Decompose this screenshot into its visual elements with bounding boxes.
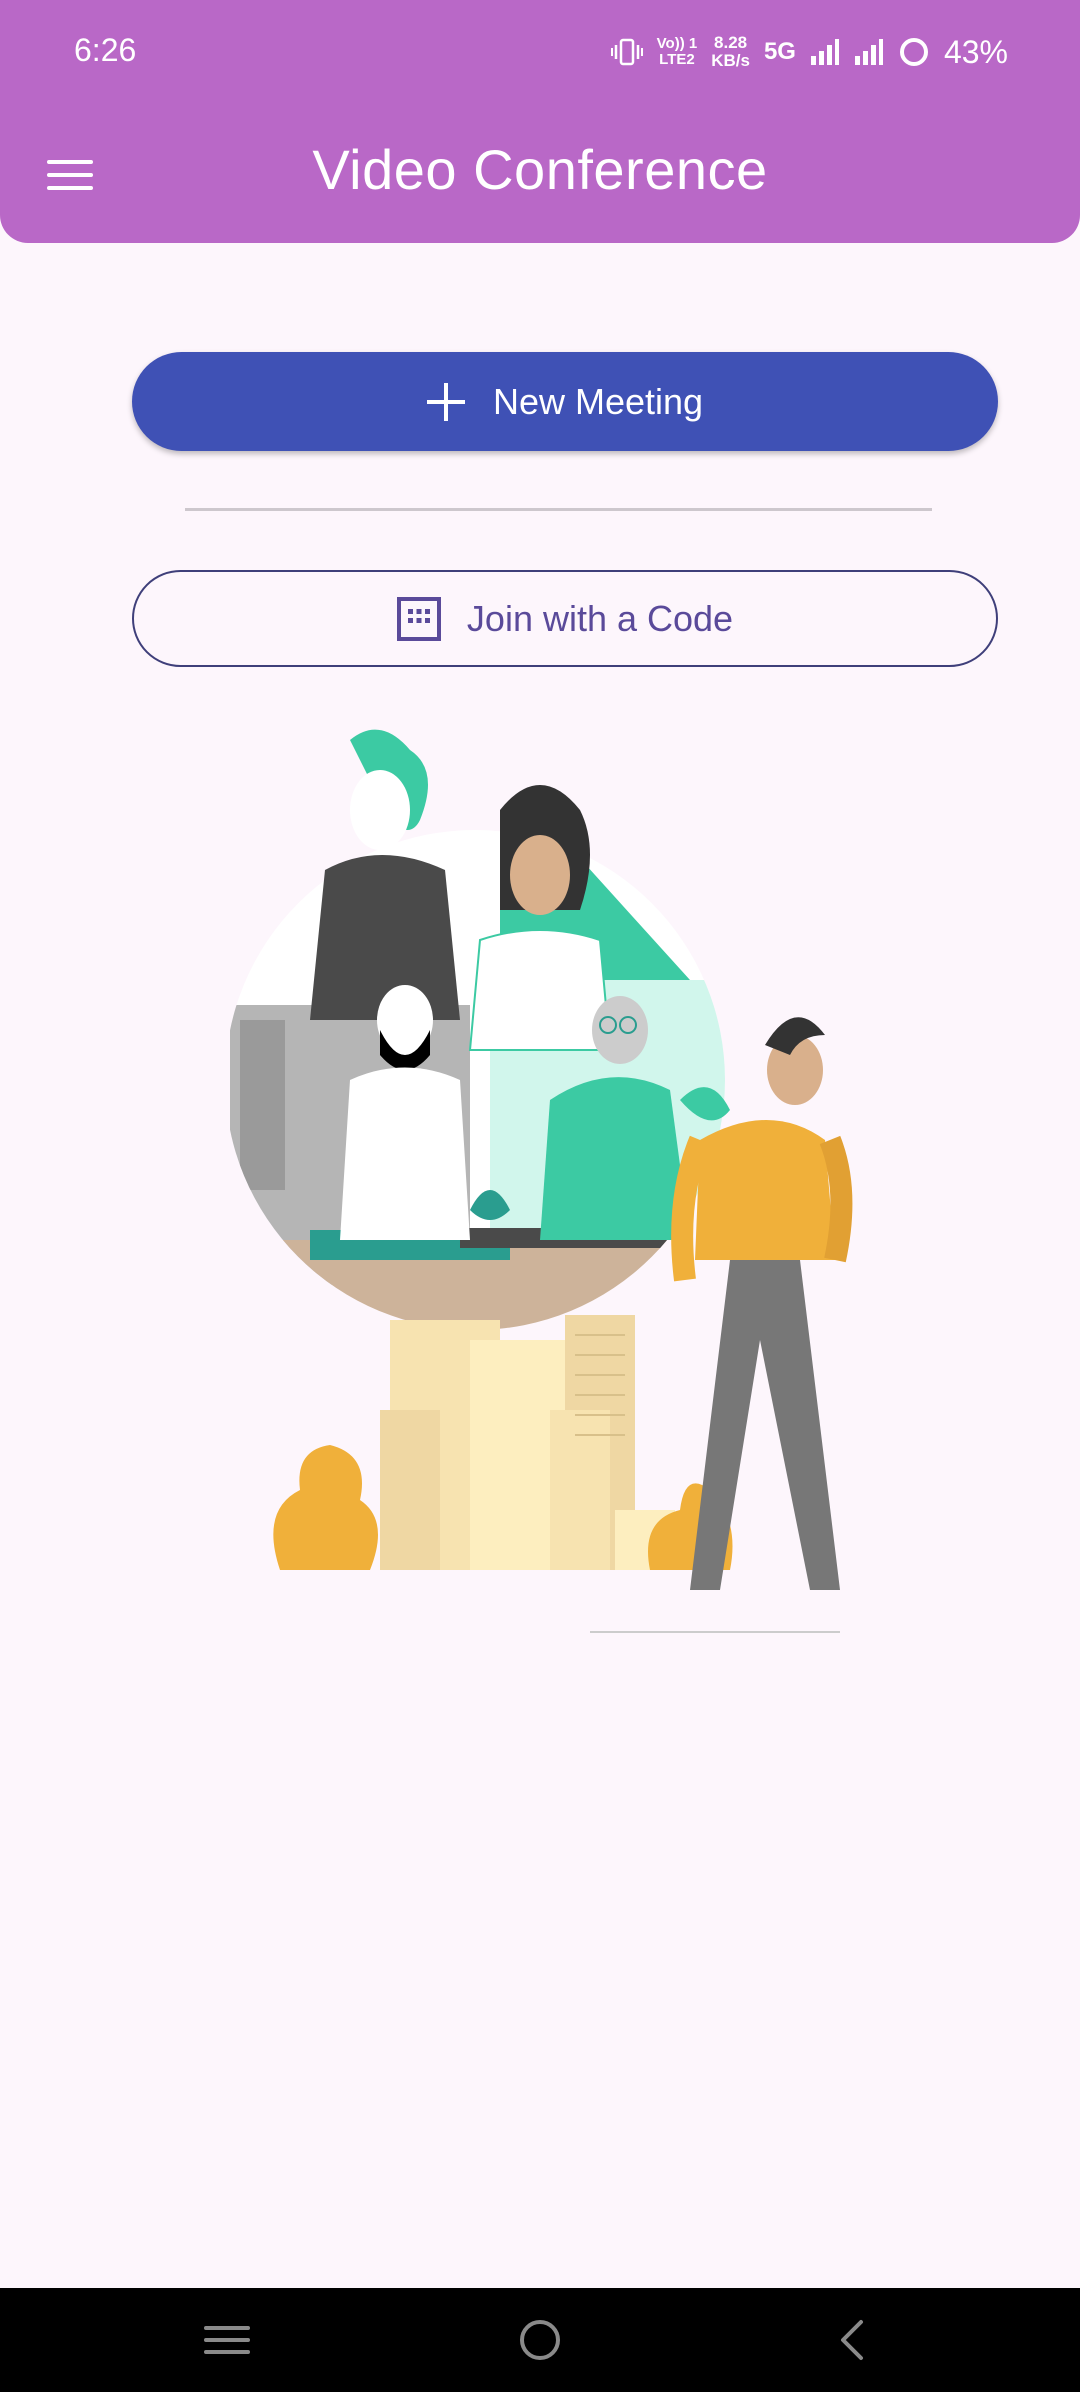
network-speed: 8.28 KB/s: [711, 33, 750, 70]
app-bar: 6:26 Vo)) 1 LTE2 8.28 KB/s 5G 43% Video …: [0, 0, 1080, 243]
signal-icon: [810, 39, 839, 65]
keypad-icon: [396, 596, 441, 641]
network-type: 5G: [763, 38, 796, 65]
new-meeting-button[interactable]: New Meeting: [132, 352, 998, 451]
home-icon: [520, 2320, 560, 2360]
system-nav-bar: [0, 2288, 1080, 2392]
recents-icon: [204, 2326, 250, 2354]
recents-button[interactable]: [197, 2310, 257, 2370]
divider: [185, 508, 932, 511]
battery-saver-icon: [899, 38, 928, 66]
new-meeting-label: New Meeting: [492, 380, 704, 422]
signal-icon-2: [854, 39, 883, 65]
back-icon: [841, 2320, 863, 2360]
video-conference-illustration: [230, 729, 853, 1633]
volte-indicator: Vo)) 1 LTE2: [656, 35, 698, 68]
status-icons: Vo)) 1 LTE2 8.28 KB/s 5G 43%: [610, 30, 1008, 74]
status-time: 6:26: [74, 32, 137, 68]
plus-icon: [426, 382, 465, 421]
page-title: Video Conference: [312, 138, 768, 201]
home-button[interactable]: [510, 2310, 570, 2370]
battery-percent: 43%: [943, 33, 1008, 70]
vibrate-icon: [610, 38, 643, 66]
join-with-code-label: Join with a Code: [466, 597, 734, 639]
join-with-code-button[interactable]: Join with a Code: [132, 570, 998, 667]
back-button[interactable]: [822, 2310, 882, 2370]
